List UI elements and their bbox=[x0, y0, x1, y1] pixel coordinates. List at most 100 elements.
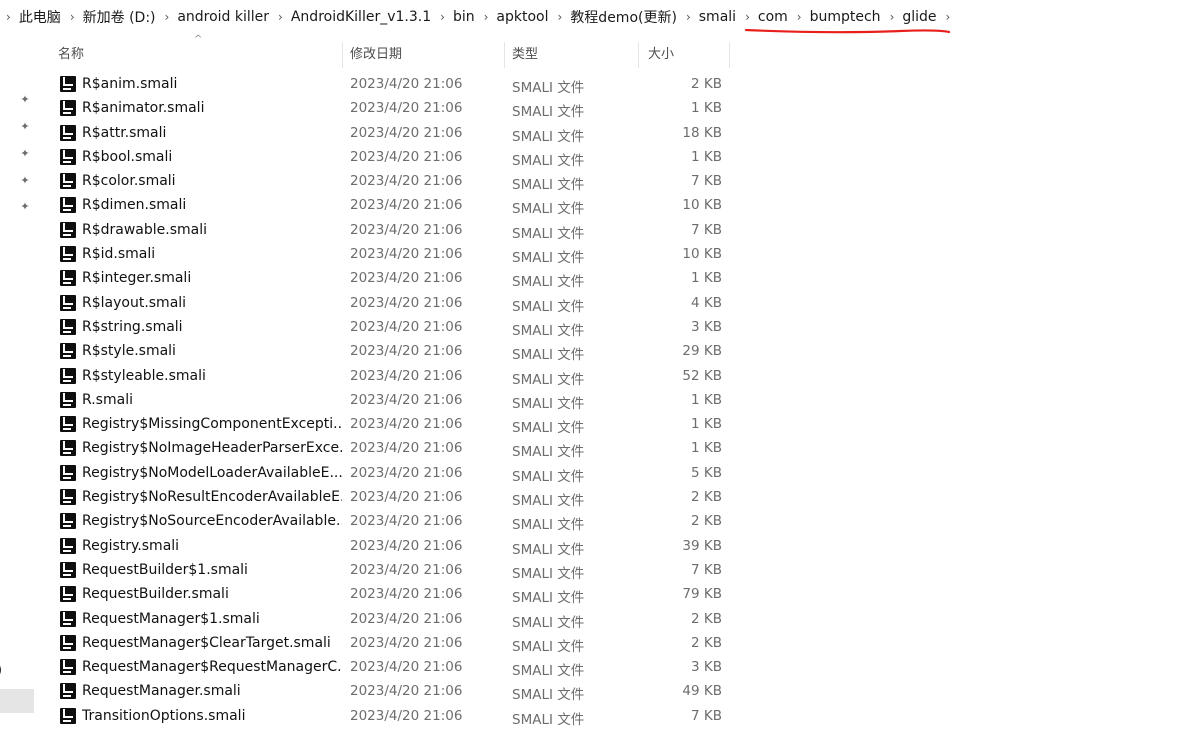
file-modified-date: 2023/4/20 21:06 bbox=[350, 561, 463, 578]
file-row[interactable]: RequestBuilder$1.smali 2023/4/20 21:06 SMA… bbox=[55, 559, 735, 583]
breadcrumb-item-apktool[interactable]: apktool bbox=[496, 9, 548, 25]
file-type: SMALI 文件 bbox=[512, 614, 585, 631]
chevron-right-icon[interactable]: › bbox=[475, 10, 497, 24]
file-size: 2 KB bbox=[691, 513, 722, 530]
file-row[interactable]: RequestManager$RequestManagerC... 2023/4/… bbox=[55, 656, 735, 680]
file-row[interactable]: R$bool.smali 2023/4/20 21:06 SMALI 文件 1 KB bbox=[55, 146, 735, 170]
file-row[interactable]: TransitionOptions.smali 2023/4/20 21:06 SM… bbox=[55, 705, 735, 729]
file-row[interactable]: RequestManager$1.smali 2023/4/20 21:06 SMA… bbox=[55, 608, 735, 632]
file-size: 7 KB bbox=[691, 707, 722, 724]
file-size: 39 KB bbox=[682, 537, 722, 554]
file-row[interactable]: RequestManager$ClearTarget.smali 2023/4/2… bbox=[55, 632, 735, 656]
nav-item-partial[interactable]: ) bbox=[0, 663, 2, 678]
file-row[interactable]: RequestManager.smali 2023/4/20 21:06 SMALI… bbox=[55, 680, 735, 704]
file-name: RequestBuilder$1.smali bbox=[82, 561, 248, 578]
file-name: R.smali bbox=[82, 391, 133, 408]
file-size: 7 KB bbox=[691, 221, 722, 238]
column-header-type[interactable]: 类型 bbox=[512, 40, 538, 70]
intellij-file-icon bbox=[60, 173, 76, 190]
intellij-file-icon bbox=[60, 586, 76, 603]
breadcrumb-item-drive-d[interactable]: 新加卷 (D:) bbox=[83, 7, 156, 27]
chevron-right-icon[interactable]: › bbox=[61, 10, 83, 24]
file-modified-date: 2023/4/20 21:06 bbox=[350, 246, 463, 263]
chevron-right-icon[interactable]: › bbox=[736, 10, 758, 24]
chevron-right-icon[interactable]: › bbox=[549, 10, 571, 24]
chevron-right-icon[interactable]: › bbox=[937, 10, 959, 24]
file-size: 3 KB bbox=[691, 318, 722, 335]
file-row[interactable]: Registry$NoSourceEncoderAvailable... 2023… bbox=[55, 510, 735, 534]
file-type: SMALI 文件 bbox=[512, 250, 585, 267]
pin-icon[interactable]: ✦ bbox=[19, 148, 31, 160]
breadcrumb-item-androidkiller-version[interactable]: AndroidKiller_v1.3.1 bbox=[291, 9, 431, 25]
file-row[interactable]: R$drawable.smali 2023/4/20 21:06 SMALI 文件 7… bbox=[55, 219, 735, 243]
breadcrumb-item-com[interactable]: com bbox=[758, 9, 788, 25]
file-row[interactable]: Registry$NoModelLoaderAvailableE... 2023/… bbox=[55, 462, 735, 486]
file-row[interactable]: R$integer.smali 2023/4/20 21:06 SMALI 文件 1 … bbox=[55, 267, 735, 291]
pin-icon[interactable]: ✦ bbox=[19, 201, 31, 213]
intellij-file-icon bbox=[60, 76, 76, 92]
file-row[interactable]: Registry$MissingComponentExcepti... 2023/… bbox=[55, 413, 735, 437]
file-size: 2 KB bbox=[691, 76, 722, 92]
column-divider[interactable] bbox=[504, 42, 505, 68]
breadcrumb-item-android-killer[interactable]: android killer bbox=[177, 9, 269, 25]
breadcrumb-item-bin[interactable]: bin bbox=[453, 9, 475, 25]
breadcrumb-item-this-pc[interactable]: 此电脑 bbox=[19, 7, 61, 27]
file-type: SMALI 文件 bbox=[512, 80, 585, 96]
file-modified-date: 2023/4/20 21:06 bbox=[350, 76, 463, 92]
chevron-right-icon[interactable]: › bbox=[269, 10, 291, 24]
file-row[interactable]: R$color.smali 2023/4/20 21:06 SMALI 文件 7 KB bbox=[55, 170, 735, 194]
file-size: 10 KB bbox=[682, 246, 722, 263]
intellij-file-icon bbox=[60, 148, 76, 165]
breadcrumb-item-tutorial-demo[interactable]: 教程demo(更新) bbox=[570, 7, 677, 27]
file-row[interactable]: R$animator.smali 2023/4/20 21:06 SMALI 文件 1… bbox=[55, 97, 735, 121]
file-row[interactable]: R$attr.smali 2023/4/20 21:06 SMALI 文件 18 KB bbox=[55, 122, 735, 146]
breadcrumb-item-bumptech[interactable]: bumptech bbox=[810, 9, 881, 25]
breadcrumb-item-glide[interactable]: glide bbox=[902, 9, 936, 25]
file-modified-date: 2023/4/20 21:06 bbox=[350, 197, 463, 214]
intellij-file-icon bbox=[60, 343, 76, 360]
pin-icon[interactable]: ✦ bbox=[19, 94, 31, 106]
file-row[interactable]: R$dimen.smali 2023/4/20 21:06 SMALI 文件 10 K… bbox=[55, 194, 735, 218]
chevron-right-icon[interactable]: › bbox=[881, 10, 903, 24]
file-modified-date: 2023/4/20 21:06 bbox=[350, 148, 463, 165]
column-header-name[interactable]: 名称 bbox=[58, 40, 84, 70]
intellij-file-icon bbox=[60, 489, 76, 506]
file-row[interactable]: Registry$NoResultEncoderAvailableE... 202… bbox=[55, 486, 735, 510]
file-modified-date: 2023/4/20 21:06 bbox=[350, 343, 463, 360]
column-divider[interactable] bbox=[342, 42, 343, 68]
breadcrumb-item-smali[interactable]: smali bbox=[699, 9, 736, 25]
file-name: RequestManager$RequestManagerC... bbox=[82, 659, 342, 676]
pin-icon[interactable]: ✦ bbox=[19, 121, 31, 133]
column-divider[interactable] bbox=[638, 42, 639, 68]
intellij-file-icon bbox=[60, 246, 76, 263]
file-row[interactable]: R$string.smali 2023/4/20 21:06 SMALI 文件 3 K… bbox=[55, 316, 735, 340]
file-row[interactable]: R$layout.smali 2023/4/20 21:06 SMALI 文件 4 K… bbox=[55, 292, 735, 316]
nav-item-selected[interactable] bbox=[0, 689, 34, 713]
file-name: RequestManager$1.smali bbox=[82, 610, 260, 627]
file-row[interactable]: Registry.smali 2023/4/20 21:06 SMALI 文件 39 … bbox=[55, 535, 735, 559]
chevron-right-icon[interactable]: › bbox=[788, 10, 810, 24]
chevron-right-icon[interactable]: › bbox=[431, 10, 453, 24]
file-row[interactable]: R.smali 2023/4/20 21:06 SMALI 文件 1 KB bbox=[55, 389, 735, 413]
file-row[interactable]: Registry$NoImageHeaderParserExce... 2023/… bbox=[55, 437, 735, 461]
file-type: SMALI 文件 bbox=[512, 565, 585, 582]
file-name: R$integer.smali bbox=[82, 270, 192, 287]
file-row[interactable]: R$id.smali 2023/4/20 21:06 SMALI 文件 10 KB bbox=[55, 243, 735, 267]
column-header-date[interactable]: 修改日期 bbox=[350, 40, 402, 70]
file-type: SMALI 文件 bbox=[512, 322, 585, 339]
chevron-right-icon[interactable]: › bbox=[156, 10, 178, 24]
intellij-file-icon bbox=[60, 124, 76, 141]
file-row[interactable]: RequestBuilder.smali 2023/4/20 21:06 SMALI… bbox=[55, 583, 735, 607]
file-row[interactable]: R$anim.smali 2023/4/20 21:06 SMALI 文件 2 KB bbox=[55, 73, 735, 97]
file-size: 1 KB bbox=[691, 148, 722, 165]
file-size: 2 KB bbox=[691, 489, 722, 506]
file-row[interactable]: R$style.smali 2023/4/20 21:06 SMALI 文件 29 K… bbox=[55, 340, 735, 364]
column-header-size[interactable]: 大小 bbox=[648, 40, 674, 70]
file-size: 1 KB bbox=[691, 440, 722, 457]
chevron-right-icon[interactable]: › bbox=[677, 10, 699, 24]
column-divider[interactable] bbox=[729, 42, 730, 68]
file-modified-date: 2023/4/20 21:06 bbox=[350, 294, 463, 311]
file-name: RequestBuilder.smali bbox=[82, 586, 229, 603]
pin-icon[interactable]: ✦ bbox=[19, 175, 31, 187]
file-row[interactable]: R$styleable.smali 2023/4/20 21:06 SMALI 文件… bbox=[55, 365, 735, 389]
